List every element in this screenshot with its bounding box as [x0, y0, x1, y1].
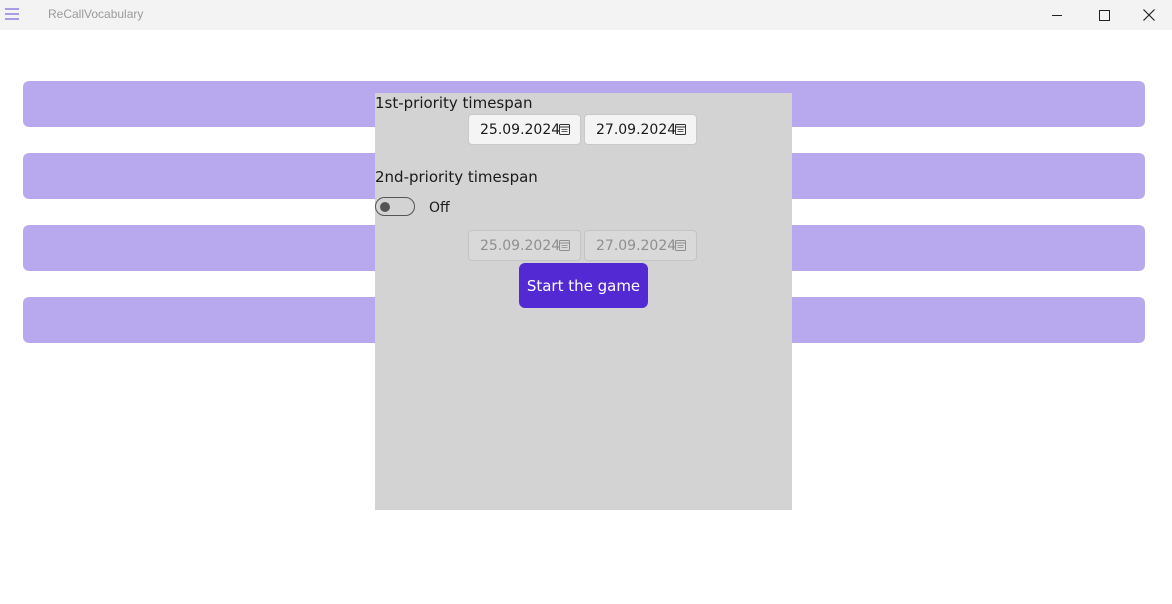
- hamburger-menu-icon[interactable]: [4, 5, 21, 23]
- second-priority-end-date-value: 27.09.2024: [596, 238, 677, 254]
- close-icon: [1143, 9, 1155, 21]
- second-priority-start-date: 25.09.2024: [468, 230, 581, 261]
- calendar-icon: [675, 240, 686, 251]
- close-button[interactable]: [1126, 0, 1172, 30]
- first-priority-end-date-value: 27.09.2024: [596, 122, 677, 138]
- first-priority-start-date-value: 25.09.2024: [480, 122, 561, 138]
- app-title: ReCallVocabulary: [48, 7, 144, 21]
- minimize-button[interactable]: [1034, 0, 1080, 30]
- minimize-icon: [1052, 15, 1062, 16]
- start-game-button[interactable]: Start the game: [519, 263, 648, 308]
- maximize-icon: [1098, 9, 1110, 21]
- first-priority-start-date[interactable]: 25.09.2024: [468, 114, 581, 145]
- maximize-button[interactable]: [1081, 0, 1127, 30]
- game-settings-panel: 1st-priority timespan 25.09.2024 27.09.2…: [375, 93, 792, 510]
- toggle-state-label: Off: [429, 200, 450, 216]
- first-priority-label: 1st-priority timespan: [375, 94, 533, 112]
- calendar-icon: [559, 240, 570, 251]
- second-priority-start-date-value: 25.09.2024: [480, 238, 561, 254]
- second-priority-end-date: 27.09.2024: [584, 230, 697, 261]
- app-window: ReCallVocabulary 1st-priority timespan 2…: [0, 0, 1172, 604]
- title-bar: ReCallVocabulary: [0, 0, 1172, 30]
- calendar-icon: [675, 124, 686, 135]
- toggle-knob: [380, 201, 390, 212]
- first-priority-end-date[interactable]: 27.09.2024: [584, 114, 697, 145]
- calendar-icon: [559, 124, 570, 135]
- second-priority-toggle[interactable]: [375, 197, 415, 216]
- second-priority-label: 2nd-priority timespan: [375, 168, 538, 186]
